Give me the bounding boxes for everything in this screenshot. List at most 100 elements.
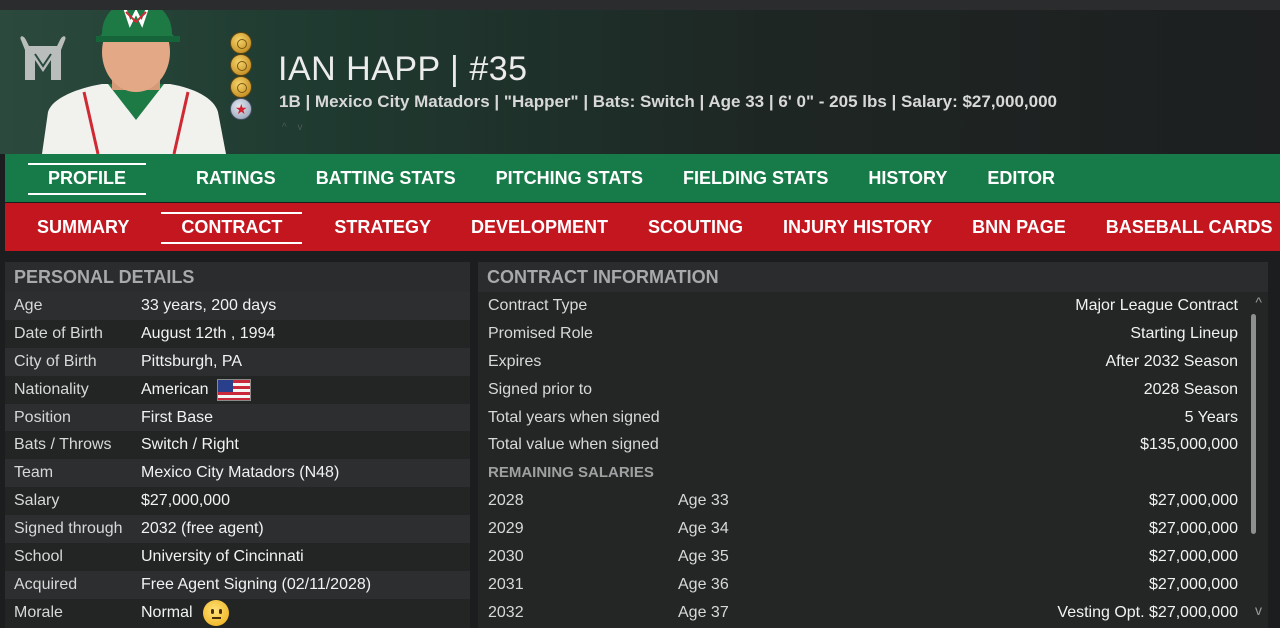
header-scroll-icon[interactable]: ^ v bbox=[282, 122, 306, 133]
detail-row-morale: Morale Normal bbox=[5, 598, 470, 627]
detail-label: Date of Birth bbox=[14, 324, 103, 342]
contract-label: Expires bbox=[488, 352, 542, 370]
tab-scouting[interactable]: SCOUTING bbox=[648, 203, 743, 251]
medal-icon[interactable] bbox=[230, 32, 252, 54]
tab-injury-history[interactable]: INJURY HISTORY bbox=[783, 203, 932, 251]
contract-row: Total value when signed $135,000,000 bbox=[478, 431, 1268, 459]
detail-row-school: School University of Cincinnati bbox=[5, 543, 470, 571]
neutral-face-icon bbox=[202, 599, 229, 626]
medal-icon[interactable] bbox=[230, 76, 252, 98]
salary-age: Age 34 bbox=[678, 520, 729, 538]
contract-value: $135,000,000 bbox=[1140, 436, 1238, 454]
detail-row-acquired: Acquired Free Agent Signing (02/11/2028) bbox=[5, 570, 470, 599]
detail-row-nationality: Nationality American bbox=[5, 375, 470, 404]
detail-label: Position bbox=[14, 408, 71, 426]
contract-information-panel: CONTRACT INFORMATION Contract Type Major… bbox=[478, 262, 1268, 628]
detail-row-signed-through: Signed through 2032 (free agent) bbox=[5, 515, 470, 544]
sub-nav: SUMMARY CONTRACT STRATEGY DEVELOPMENT SC… bbox=[5, 203, 1280, 251]
salary-amount: $27,000,000 bbox=[1149, 492, 1238, 510]
nationality-text: American bbox=[141, 380, 209, 398]
contract-row: Expires After 2032 Season bbox=[478, 348, 1268, 376]
contract-row: Promised Role Starting Lineup bbox=[478, 320, 1268, 348]
salary-row: 2030 Age 35 $27,000,000 bbox=[478, 543, 1268, 571]
scroll-up-icon[interactable]: ^ bbox=[1255, 294, 1262, 310]
detail-label: Morale bbox=[14, 603, 63, 621]
contract-row: Contract Type Major League Contract bbox=[478, 292, 1268, 320]
detail-label: School bbox=[14, 547, 63, 565]
detail-label: Nationality bbox=[14, 380, 89, 398]
contract-value: After 2032 Season bbox=[1105, 352, 1238, 370]
detail-value: $27,000,000 bbox=[141, 492, 230, 510]
contract-label: Contract Type bbox=[488, 296, 588, 314]
contract-value: 2028 Season bbox=[1143, 380, 1238, 398]
detail-value: Pittsburgh, PA bbox=[141, 352, 243, 370]
contract-information-title: CONTRACT INFORMATION bbox=[478, 262, 1268, 292]
main-nav: PROFILE RATINGS BATTING STATS PITCHING S… bbox=[5, 154, 1280, 202]
salary-year: 2030 bbox=[488, 547, 524, 565]
medal-icon[interactable] bbox=[230, 54, 252, 76]
salary-amount: Vesting Opt. $27,000,000 bbox=[1057, 603, 1238, 621]
detail-row-team: Team Mexico City Matadors (N48) bbox=[5, 459, 470, 488]
detail-value: University of Cincinnati bbox=[141, 547, 304, 565]
tab-fielding-stats[interactable]: FIELDING STATS bbox=[683, 154, 828, 202]
contract-label: Signed prior to bbox=[488, 380, 593, 398]
contract-value: Major League Contract bbox=[1075, 296, 1238, 314]
detail-row-city: City of Birth Pittsburgh, PA bbox=[5, 347, 470, 376]
us-flag-icon bbox=[216, 378, 251, 401]
contract-label: Promised Role bbox=[488, 324, 593, 342]
scroll-down-icon[interactable]: v bbox=[1255, 602, 1262, 618]
tab-batting-stats[interactable]: BATTING STATS bbox=[316, 154, 456, 202]
detail-label: Signed through bbox=[14, 520, 123, 538]
salary-row: 2032 Age 37 Vesting Opt. $27,000,000 bbox=[478, 599, 1268, 627]
tab-ratings[interactable]: RATINGS bbox=[196, 154, 276, 202]
detail-label: Team bbox=[14, 464, 54, 482]
detail-label: Age bbox=[14, 296, 43, 314]
tab-pitching-stats[interactable]: PITCHING STATS bbox=[496, 154, 643, 202]
all-star-medal-icon[interactable] bbox=[230, 98, 252, 120]
detail-row-position: Position First Base bbox=[5, 403, 470, 432]
detail-label: Salary bbox=[14, 492, 60, 510]
tab-editor[interactable]: EDITOR bbox=[987, 154, 1055, 202]
player-name: IAN HAPP | #35 bbox=[278, 50, 528, 88]
salary-row: 2028 Age 33 $27,000,000 bbox=[478, 487, 1268, 515]
contract-label: Total value when signed bbox=[488, 436, 659, 454]
contract-scrollbar[interactable] bbox=[1251, 314, 1256, 534]
detail-label: Acquired bbox=[14, 575, 78, 593]
salary-year: 2028 bbox=[488, 492, 524, 510]
salary-row: 2029 Age 34 $27,000,000 bbox=[478, 515, 1268, 543]
team-link[interactable]: Mexico City Matadors (N48) bbox=[141, 464, 339, 482]
salary-amount: $27,000,000 bbox=[1149, 547, 1238, 565]
salary-age: Age 33 bbox=[678, 492, 729, 510]
player-portrait bbox=[42, 10, 226, 154]
remaining-salaries-heading: REMAINING SALARIES bbox=[488, 464, 654, 482]
detail-row-age: Age 33 years, 200 days bbox=[5, 292, 470, 320]
detail-value: American bbox=[141, 378, 251, 401]
detail-row-salary: Salary $27,000,000 bbox=[5, 487, 470, 516]
salary-row: 2031 Age 36 $27,000,000 bbox=[478, 571, 1268, 599]
detail-row-bats-throws: Bats / Throws Switch / Right bbox=[5, 431, 470, 460]
tab-strategy[interactable]: STRATEGY bbox=[334, 203, 431, 251]
salary-age: Age 37 bbox=[678, 603, 729, 621]
salary-age: Age 36 bbox=[678, 575, 729, 593]
detail-value: First Base bbox=[141, 408, 214, 426]
tab-profile[interactable]: PROFILE bbox=[27, 154, 147, 202]
tab-baseball-cards[interactable]: BASEBALL CARDS bbox=[1106, 203, 1273, 251]
salary-amount: $27,000,000 bbox=[1149, 520, 1238, 538]
salary-amount: $27,000,000 bbox=[1149, 575, 1238, 593]
detail-value: Free Agent Signing (02/11/2028) bbox=[141, 575, 372, 593]
detail-row-dob: Date of Birth August 12th , 1994 bbox=[5, 319, 470, 348]
tab-bnn-page[interactable]: BNN PAGE bbox=[972, 203, 1066, 251]
tab-history[interactable]: HISTORY bbox=[868, 154, 947, 202]
tab-summary[interactable]: SUMMARY bbox=[37, 203, 129, 251]
tab-development[interactable]: DEVELOPMENT bbox=[471, 203, 608, 251]
detail-value: 33 years, 200 days bbox=[141, 296, 277, 314]
contract-row: Total years when signed 5 Years bbox=[478, 404, 1268, 432]
personal-details-title: PERSONAL DETAILS bbox=[5, 262, 470, 292]
player-header: IAN HAPP | #35 1B | Mexico City Matadors… bbox=[0, 10, 1280, 154]
detail-label: Bats / Throws bbox=[14, 436, 112, 454]
tab-contract[interactable]: CONTRACT bbox=[161, 203, 303, 251]
salary-age: Age 35 bbox=[678, 547, 729, 565]
detail-label: City of Birth bbox=[14, 352, 97, 370]
contract-row: Signed prior to 2028 Season bbox=[478, 376, 1268, 404]
contract-value: 5 Years bbox=[1184, 408, 1238, 426]
